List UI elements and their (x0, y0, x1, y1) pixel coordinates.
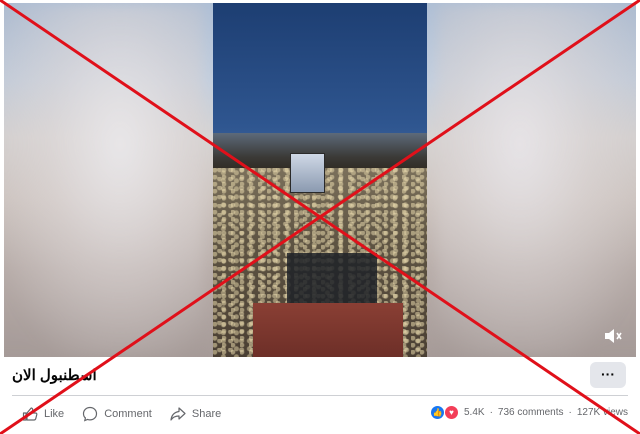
more-options-button[interactable]: ··· (590, 362, 626, 388)
like-label: Like (44, 408, 65, 420)
post-caption: اسطنبول الان (12, 367, 97, 384)
comments-count[interactable]: 736 comments (498, 407, 564, 418)
reaction-count[interactable]: 5.4K (464, 407, 485, 418)
post-stats: 👍 ♥ 5.4K · 736 comments · 127K views (431, 405, 628, 420)
like-reaction-icon: 👍 (431, 406, 444, 419)
thumbs-up-icon (22, 407, 38, 421)
giant-screen (290, 153, 325, 193)
stats-separator: · (568, 407, 572, 418)
like-button[interactable]: Like (22, 406, 64, 422)
video-blur-right (436, 3, 636, 357)
volume-icon[interactable] (602, 327, 624, 347)
comment-label: Comment (104, 408, 152, 420)
comment-bubble-icon (83, 406, 98, 422)
facebook-post: اسطنبول الان ··· Like Comment Share 👍 ♥ … (0, 0, 640, 434)
share-button[interactable]: Share (170, 406, 221, 422)
stage-structure (287, 253, 377, 303)
stats-separator: · (489, 407, 493, 418)
love-reaction-icon: ♥ (444, 405, 459, 420)
video-blur-left (4, 3, 204, 357)
video-frame (213, 3, 427, 357)
rooftop (253, 303, 403, 357)
views-count: 127K views (576, 407, 628, 418)
video-player[interactable] (4, 3, 636, 357)
comment-button[interactable]: Comment (82, 406, 152, 422)
share-label: Share (191, 408, 222, 420)
share-arrow-icon (170, 407, 186, 421)
divider (12, 395, 628, 396)
action-bar: Like Comment Share (22, 403, 221, 425)
